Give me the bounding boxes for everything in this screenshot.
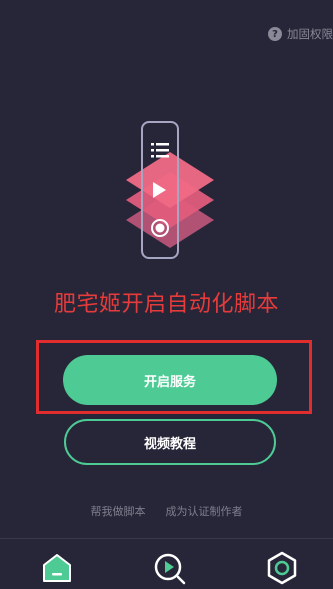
start-service-button[interactable]: 开启服务 [63,355,277,405]
permission-link-label: 加固权限 [287,27,333,41]
question-circle-icon: ? [268,27,282,41]
become-author-link[interactable]: 成为认证制作者 [166,503,243,519]
page-headline: 肥宅姬开启自动化脚本 [53,292,279,317]
hero-illustration [120,120,220,260]
home-icon[interactable] [40,551,74,585]
permission-link[interactable]: ? 加固权限 [268,26,333,42]
bottom-nav [0,538,333,589]
footer-links: 帮我做脚本 成为认证制作者 [0,503,333,519]
list-icon [151,143,169,158]
help-make-script-link[interactable]: 帮我做脚本 [91,503,146,519]
script-search-icon[interactable] [152,551,186,585]
video-tutorial-button[interactable]: 视频教程 [64,419,276,465]
settings-icon[interactable] [265,551,299,585]
